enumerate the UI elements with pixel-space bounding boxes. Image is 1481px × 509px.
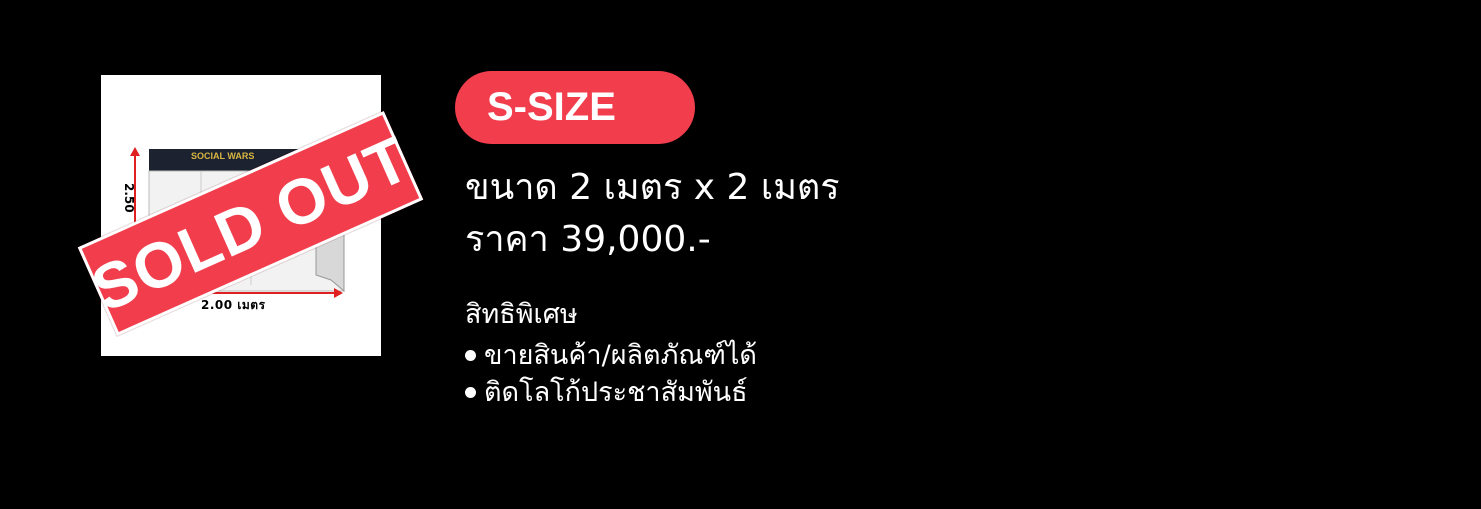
benefit-item: ขายสินค้า/ผลิตภัณฑ์ได้: [465, 337, 757, 374]
booth-height-label: 2.50: [122, 183, 136, 213]
benefits-title: สิทธิพิเศษ: [465, 299, 578, 330]
benefit-text: ขายสินค้า/ผลิตภัณฑ์ได้: [484, 340, 757, 371]
bullet-icon: [465, 350, 476, 361]
booth-sign-text: SOCIAL WARS: [191, 151, 254, 161]
size-badge: S-SIZE: [455, 71, 695, 144]
booth-price: ราคา 39,000.-: [465, 219, 711, 260]
booth-width-label: 2.00 เมตร: [201, 298, 266, 312]
benefit-item: ติดโลโก้ประชาสัมพันธ์: [465, 374, 757, 411]
size-label: S-SIZE: [487, 85, 616, 129]
benefits-list: ขายสินค้า/ผลิตภัณฑ์ได้ ติดโลโก้ประชาสัมพ…: [465, 337, 757, 411]
benefit-text: ติดโลโก้ประชาสัมพันธ์: [484, 377, 748, 408]
booth-dimensions: ขนาด 2 เมตร x 2 เมตร: [465, 167, 840, 208]
bullet-icon: [465, 387, 476, 398]
